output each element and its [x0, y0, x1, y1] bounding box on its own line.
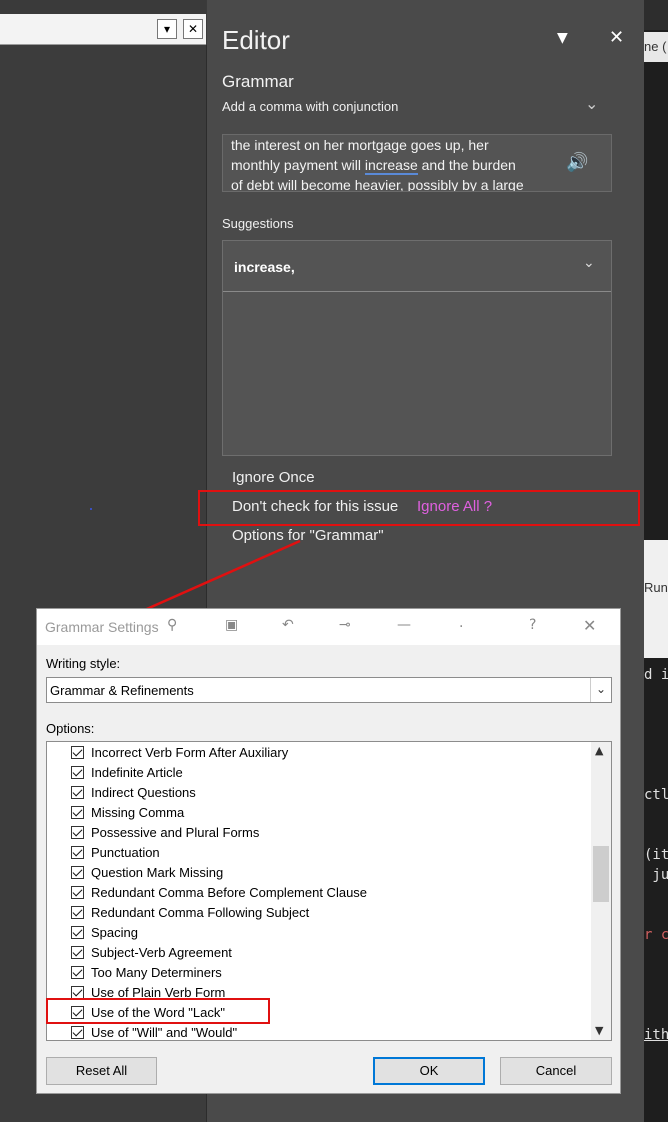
help-button[interactable]: ? [529, 617, 536, 633]
checkbox-checked-icon[interactable] [71, 865, 84, 879]
dialog-close-button[interactable]: ✕ [583, 616, 596, 635]
checkbox-checked-icon[interactable] [71, 985, 84, 999]
dot-icon: · [459, 619, 464, 635]
writing-style-select[interactable]: Grammar & Refinements ⌄ [46, 677, 612, 703]
scroll-down-icon[interactable]: ▼ [595, 1024, 603, 1037]
cancel-button[interactable]: Cancel [500, 1057, 612, 1085]
option-label: Punctuation [91, 844, 160, 860]
option-label: Redundant Comma Following Subject [91, 904, 310, 920]
scrollbar-thumb[interactable] [593, 846, 609, 902]
option-item[interactable]: Possessive and Plural Forms [71, 822, 259, 842]
checkbox-checked-icon[interactable] [71, 805, 84, 819]
option-item[interactable]: Incorrect Verb Form After Auxiliary [71, 742, 288, 762]
option-label: Use of "Will" and "Would" [91, 1024, 238, 1040]
checkbox-checked-icon[interactable] [71, 1025, 84, 1039]
option-item[interactable]: Indirect Questions [71, 782, 196, 802]
dropdown-arrow-icon[interactable]: ⌄ [590, 678, 611, 702]
option-label: Too Many Determiners [91, 964, 222, 980]
option-label: Redundant Comma Before Complement Clause [91, 884, 368, 900]
reset-all-button[interactable]: Reset All [46, 1057, 157, 1085]
option-item[interactable]: Spacing [71, 922, 138, 942]
checkbox-checked-icon[interactable] [71, 885, 84, 899]
grammar-settings-dialog: Grammar Settings ⚲ ▣ ↶ ⊸ — · ? ✕ Writing… [36, 608, 621, 1094]
option-item[interactable]: Redundant Comma Following Subject [71, 902, 309, 922]
option-label: Question Mark Missing [91, 864, 224, 880]
option-item[interactable]: Missing Comma [71, 802, 184, 822]
scrollbar[interactable]: ▲ ▼ [591, 742, 611, 1040]
scroll-up-icon[interactable]: ▲ [595, 744, 603, 757]
writing-style-label: Writing style: [46, 656, 121, 671]
option-label: Subject-Verb Agreement [91, 944, 232, 960]
option-item[interactable]: Question Mark Missing [71, 862, 223, 882]
pushpin-icon: ⊸ [339, 617, 351, 633]
maximize-icon: ▣ [225, 617, 239, 633]
dialog-title: Grammar Settings [45, 619, 159, 635]
option-label: Possessive and Plural Forms [91, 824, 260, 840]
highlight-box-lack-option [46, 998, 270, 1024]
checkbox-checked-icon[interactable] [71, 765, 84, 779]
checkbox-checked-icon[interactable] [71, 825, 84, 839]
option-item[interactable]: Too Many Determiners [71, 962, 222, 982]
dialog-titlebar: Grammar Settings ⚲ ▣ ↶ ⊸ — · ? ✕ [37, 609, 620, 645]
checkbox-checked-icon[interactable] [71, 745, 84, 759]
option-item[interactable]: Redundant Comma Before Complement Clause [71, 882, 367, 902]
option-item[interactable]: Punctuation [71, 842, 160, 862]
ok-button[interactable]: OK [373, 1057, 485, 1085]
options-label: Options: [46, 721, 95, 736]
option-item[interactable]: Use of "Will" and "Would" [71, 1022, 238, 1040]
writing-style-value: Grammar & Refinements [50, 683, 194, 698]
option-label: Missing Comma [91, 804, 185, 820]
options-list: Incorrect Verb Form After Auxiliary Indef… [46, 741, 612, 1041]
option-item[interactable]: Indefinite Article [71, 762, 183, 782]
option-label: Indirect Questions [91, 784, 196, 800]
option-item[interactable]: Subject-Verb Agreement [71, 942, 232, 962]
checkbox-checked-icon[interactable] [71, 845, 84, 859]
minimize-icon: — [397, 617, 411, 633]
pin-icon: ⚲ [167, 617, 178, 633]
checkbox-checked-icon[interactable] [71, 785, 84, 799]
undo-icon: ↶ [282, 617, 294, 633]
checkbox-checked-icon[interactable] [71, 925, 84, 939]
option-label: Spacing [91, 924, 138, 940]
checkbox-checked-icon[interactable] [71, 905, 84, 919]
option-label: Incorrect Verb Form After Auxiliary [91, 744, 289, 760]
checkbox-checked-icon[interactable] [71, 965, 84, 979]
checkbox-checked-icon[interactable] [71, 945, 84, 959]
option-label: Indefinite Article [91, 764, 183, 780]
